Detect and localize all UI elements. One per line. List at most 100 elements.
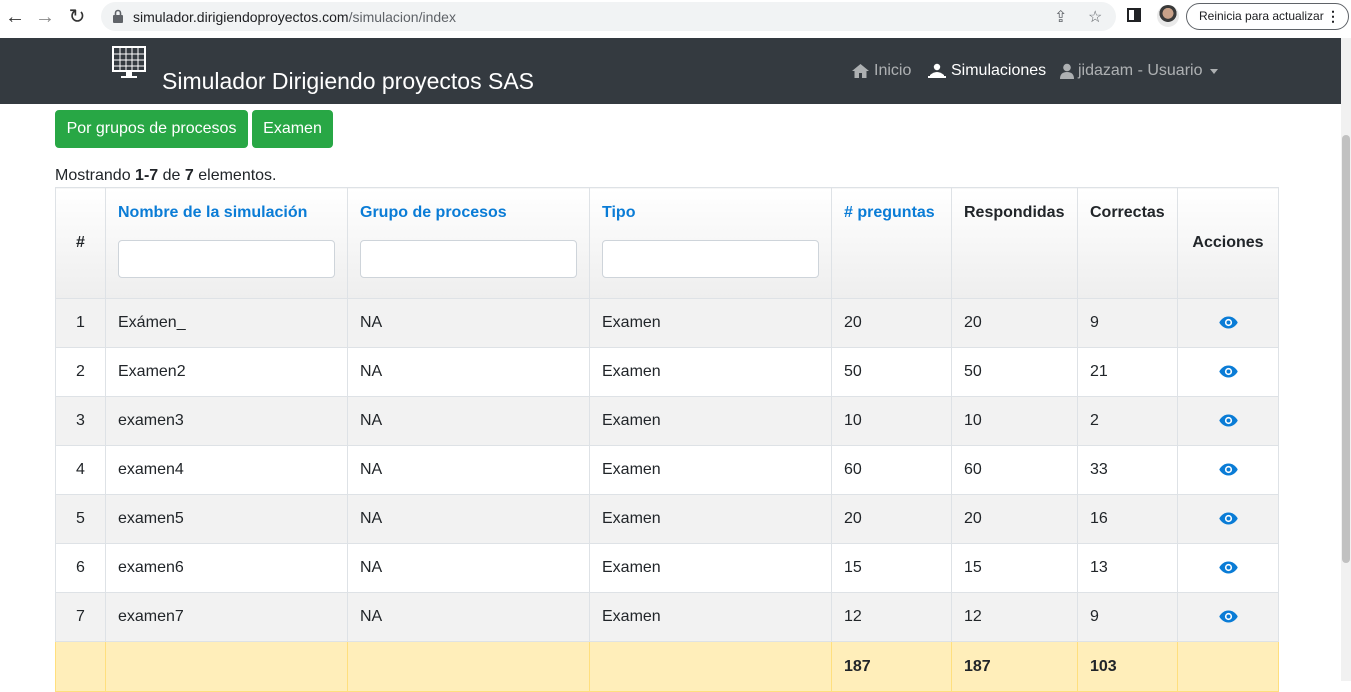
- results-summary: Mostrando 1-7 de 7 elementos.: [55, 167, 277, 184]
- view-eye-icon[interactable]: [1218, 512, 1238, 525]
- questions-count: 20: [831, 298, 952, 348]
- back-arrow-icon[interactable]: ←: [2, 4, 28, 30]
- row-index: 1: [55, 298, 106, 348]
- more-menu-icon[interactable]: ⋮: [1326, 4, 1340, 29]
- answered-count: 20: [951, 494, 1078, 544]
- simulation-type: Examen: [589, 396, 832, 446]
- filter-group-input[interactable]: [360, 240, 577, 278]
- process-group: NA: [347, 347, 590, 397]
- answered-count: 20: [951, 298, 1078, 348]
- simulation-name: examen4: [105, 445, 348, 495]
- actions-cell: [1177, 445, 1279, 495]
- row-index: 3: [55, 396, 106, 446]
- questions-count: 10: [831, 396, 952, 446]
- total-questions: 187: [831, 641, 952, 692]
- exam-button[interactable]: Examen: [252, 110, 333, 148]
- brand-title[interactable]: Simulador Dirigiendo proyectos SAS: [162, 68, 534, 95]
- answered-count: 60: [951, 445, 1078, 495]
- nav-user-label: jidazam - Usuario: [1078, 62, 1203, 79]
- nav-inicio[interactable]: Inicio: [851, 62, 911, 80]
- view-eye-icon[interactable]: [1218, 610, 1238, 623]
- col-header-actions: Acciones: [1177, 187, 1279, 299]
- users-icon: [928, 63, 946, 78]
- correct-count: 9: [1077, 592, 1178, 642]
- row-index: 4: [55, 445, 106, 495]
- filter-type-input[interactable]: [602, 240, 819, 278]
- simulation-name: examen5: [105, 494, 348, 544]
- simulation-type: Examen: [589, 347, 832, 397]
- url-text: simulador.dirigiendoproyectos.com/simula…: [133, 9, 456, 25]
- correct-count: 2: [1077, 396, 1178, 446]
- nav-simulaciones[interactable]: Simulaciones: [927, 62, 1046, 80]
- correct-count: 21: [1077, 347, 1178, 397]
- scrollbar-thumb[interactable]: [1342, 135, 1350, 563]
- questions-count: 50: [831, 347, 952, 397]
- col-header-name[interactable]: Nombre de la simulación: [105, 187, 348, 299]
- questions-count: 60: [831, 445, 952, 495]
- share-icon[interactable]: ⇪: [1054, 7, 1067, 27]
- process-group: NA: [347, 298, 590, 348]
- totals-row: 187 187 103: [55, 641, 1279, 692]
- update-button[interactable]: Reinicia para actualizar ⋮: [1186, 3, 1349, 30]
- process-group: NA: [347, 445, 590, 495]
- correct-count: 13: [1077, 543, 1178, 593]
- table-row: 1 Exámen_ NA Examen 20 20 9: [55, 298, 1279, 348]
- table-row: 3 examen3 NA Examen 10 10 2: [55, 396, 1279, 446]
- view-eye-icon[interactable]: [1218, 365, 1238, 378]
- correct-count: 9: [1077, 298, 1178, 348]
- col-header-correct: Correctas: [1077, 187, 1178, 299]
- simulation-type: Examen: [589, 445, 832, 495]
- col-header-type[interactable]: Tipo: [589, 187, 832, 299]
- simulation-name: examen3: [105, 396, 348, 446]
- view-eye-icon[interactable]: [1218, 561, 1238, 574]
- total-answered: 187: [951, 641, 1078, 692]
- col-header-questions[interactable]: # preguntas: [831, 187, 952, 299]
- questions-count: 20: [831, 494, 952, 544]
- user-icon: [1060, 63, 1074, 79]
- table-row: 4 examen4 NA Examen 60 60 33: [55, 445, 1279, 495]
- nav-simulaciones-label: Simulaciones: [951, 62, 1047, 79]
- answered-count: 50: [951, 347, 1078, 397]
- view-eye-icon[interactable]: [1218, 463, 1238, 476]
- simulation-type: Examen: [589, 543, 832, 593]
- simulation-type: Examen: [589, 298, 832, 348]
- col-header-answered: Respondidas: [951, 187, 1078, 299]
- view-eye-icon[interactable]: [1218, 414, 1238, 427]
- nav-inicio-label: Inicio: [874, 62, 912, 79]
- simulations-table: # Nombre de la simulación Grupo de proce…: [55, 187, 1279, 692]
- actions-cell: [1177, 347, 1279, 397]
- side-panel-icon[interactable]: [1127, 8, 1141, 22]
- col-header-group-label[interactable]: Grupo de procesos: [360, 204, 507, 221]
- caret-down-icon: [1210, 68, 1219, 74]
- row-index: 7: [55, 592, 106, 642]
- questions-count: 15: [831, 543, 952, 593]
- forward-arrow-icon[interactable]: →: [32, 4, 58, 30]
- view-eye-icon[interactable]: [1218, 316, 1238, 329]
- by-groups-button[interactable]: Por grupos de procesos: [55, 110, 248, 148]
- row-index: 2: [55, 347, 106, 397]
- profile-avatar[interactable]: [1157, 5, 1179, 27]
- nav-user-menu[interactable]: jidazam - Usuario: [1060, 62, 1219, 80]
- actions-cell: [1177, 298, 1279, 348]
- bookmark-star-icon[interactable]: ☆: [1088, 7, 1102, 27]
- simulation-name: examen7: [105, 592, 348, 642]
- filter-name-input[interactable]: [118, 240, 335, 278]
- col-header-name-label[interactable]: Nombre de la simulación: [118, 204, 307, 221]
- table-row: 2 Examen2 NA Examen 50 50 21: [55, 347, 1279, 397]
- actions-cell: [1177, 396, 1279, 446]
- answered-count: 15: [951, 543, 1078, 593]
- actions-cell: [1177, 592, 1279, 642]
- actions-cell: [1177, 494, 1279, 544]
- row-index: 5: [55, 494, 106, 544]
- col-header-group[interactable]: Grupo de procesos: [347, 187, 590, 299]
- col-header-type-label[interactable]: Tipo: [602, 204, 635, 221]
- row-index: 6: [55, 543, 106, 593]
- answered-count: 10: [951, 396, 1078, 446]
- address-bar[interactable]: simulador.dirigiendoproyectos.com/simula…: [101, 2, 1116, 31]
- simulation-name: Examen2: [105, 347, 348, 397]
- reload-icon[interactable]: ↻: [64, 4, 90, 30]
- table-row: 6 examen6 NA Examen 15 15 13: [55, 543, 1279, 593]
- lock-icon: [113, 9, 123, 23]
- actions-cell: [1177, 543, 1279, 593]
- questions-count: 12: [831, 592, 952, 642]
